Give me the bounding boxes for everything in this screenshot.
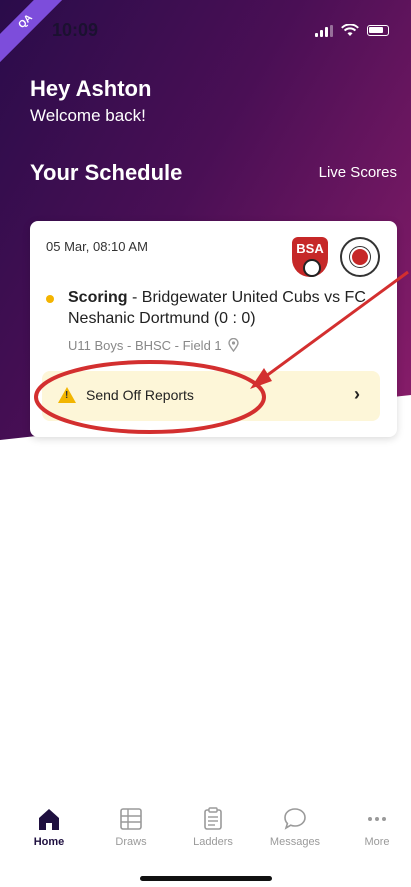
match-venue: U11 Boys - BHSC - Field 1 bbox=[68, 338, 222, 353]
match-status: Scoring bbox=[68, 289, 128, 306]
home-icon bbox=[39, 809, 59, 830]
ladders-icon bbox=[204, 807, 222, 830]
location-pin-icon bbox=[228, 337, 239, 353]
live-scores-link[interactable]: Live Scores bbox=[319, 164, 397, 181]
send-off-reports-button[interactable]: Send Off Reports › bbox=[42, 371, 380, 421]
tab-messages[interactable]: Messages bbox=[260, 806, 330, 848]
battery-icon bbox=[367, 25, 389, 36]
bottom-tab-bar: Home Draws Ladders Messages More bbox=[0, 800, 411, 864]
welcome-subtitle: Welcome back! bbox=[30, 106, 146, 125]
status-time: 10:09 bbox=[52, 20, 99, 40]
match-card[interactable]: 05 Mar, 08:10 AM BSA Scoring - Bridgewat… bbox=[30, 221, 397, 437]
tab-home[interactable]: Home bbox=[14, 806, 84, 848]
chevron-right-icon: › bbox=[354, 384, 360, 404]
messages-icon bbox=[284, 808, 306, 830]
tab-more-label: More bbox=[364, 836, 390, 848]
home-team-badge: BSA bbox=[292, 237, 328, 277]
match-meta: U11 Boys - BHSC - Field 1 bbox=[68, 337, 239, 353]
tab-messages-label: Messages bbox=[269, 836, 321, 848]
status-icons bbox=[315, 24, 389, 37]
tab-draws[interactable]: Draws bbox=[96, 806, 166, 848]
tab-home-label: Home bbox=[33, 836, 65, 848]
more-icon bbox=[368, 817, 386, 821]
status-dot-icon bbox=[46, 295, 54, 303]
home-team-badge-text: BSA bbox=[296, 241, 324, 256]
tab-more[interactable]: More bbox=[342, 806, 411, 848]
tab-ladders-label: Ladders bbox=[193, 836, 233, 848]
greeting-title: Hey Ashton bbox=[30, 76, 152, 101]
status-bar: 10:09 bbox=[0, 20, 411, 46]
tab-ladders[interactable]: Ladders bbox=[178, 806, 248, 848]
draws-icon bbox=[120, 808, 142, 830]
schedule-title: Your Schedule bbox=[30, 160, 183, 185]
match-datetime: 05 Mar, 08:10 AM bbox=[46, 239, 148, 254]
warning-icon bbox=[58, 387, 76, 403]
wifi-icon bbox=[341, 24, 359, 36]
signal-icon bbox=[315, 24, 333, 37]
match-title: Scoring - Bridgewater United Cubs vs FC … bbox=[68, 287, 398, 329]
send-off-reports-label: Send Off Reports bbox=[86, 387, 194, 403]
away-team-badge bbox=[340, 237, 380, 277]
tab-draws-label: Draws bbox=[115, 836, 147, 848]
home-indicator[interactable] bbox=[140, 876, 272, 881]
